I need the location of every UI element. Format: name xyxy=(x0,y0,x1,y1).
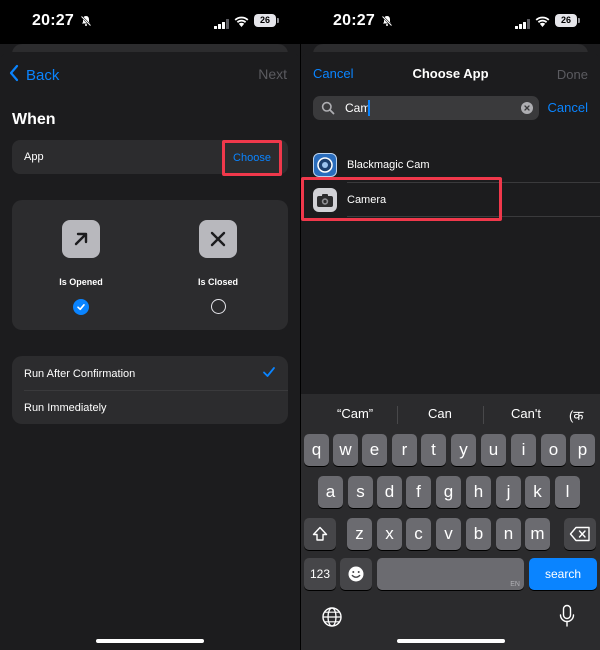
search-key[interactable]: search xyxy=(529,558,597,590)
key-i[interactable]: i xyxy=(511,434,536,466)
trigger-state-card: Is Opened Is Closed xyxy=(12,200,288,330)
delete-key[interactable] xyxy=(564,518,596,550)
page-title: Choose App xyxy=(412,66,489,81)
wifi-icon xyxy=(535,14,550,32)
suggestion-cant[interactable]: Can't xyxy=(511,406,541,421)
key-c[interactable]: c xyxy=(406,518,431,550)
app-label: App xyxy=(24,151,44,163)
key-l[interactable]: l xyxy=(555,476,580,508)
is-closed-radio[interactable] xyxy=(211,299,226,314)
divider xyxy=(483,406,484,424)
text-caret xyxy=(368,100,370,116)
keyboard: “Cam” Can Can't (क q w e r t y u i o p a… xyxy=(301,394,600,650)
space-key[interactable]: EN xyxy=(377,558,524,590)
divider xyxy=(397,406,398,424)
done-button[interactable]: Done xyxy=(557,67,588,82)
key-e[interactable]: e xyxy=(362,434,387,466)
home-indicator xyxy=(396,639,505,643)
key-o[interactable]: o xyxy=(541,434,566,466)
is-opened-label: Is Opened xyxy=(59,277,103,287)
chevron-left-icon xyxy=(8,64,20,86)
key-n[interactable]: n xyxy=(496,518,521,550)
suggestion-hindi-label: क xyxy=(573,408,584,423)
run-immediately-option[interactable]: Run Immediately xyxy=(24,402,107,414)
suggestion-quoted[interactable]: “Cam” xyxy=(337,406,373,421)
camera-highlight-box xyxy=(301,177,502,221)
key-z[interactable]: z xyxy=(347,518,372,550)
key-y[interactable]: y xyxy=(451,434,476,466)
section-title: When xyxy=(12,111,56,128)
checkmark-icon xyxy=(77,304,85,311)
wifi-icon xyxy=(234,14,249,32)
x-mark-icon[interactable] xyxy=(199,220,237,258)
status-bar: 20:27 26 xyxy=(301,0,600,44)
is-closed-label: Is Closed xyxy=(197,277,238,287)
run-after-confirmation-label: Run After Confirmation xyxy=(24,368,136,380)
key-p[interactable]: p xyxy=(570,434,595,466)
suggestion-hindi[interactable]: (क xyxy=(569,406,583,424)
search-input[interactable]: Cam xyxy=(313,96,539,120)
key-j[interactable]: j xyxy=(496,476,521,508)
key-w[interactable]: w xyxy=(333,434,358,466)
run-after-confirmation-option[interactable]: Run After Confirmation xyxy=(24,365,276,382)
key-r[interactable]: r xyxy=(392,434,417,466)
back-button[interactable]: Back xyxy=(8,64,59,86)
bell-slash-icon xyxy=(381,14,393,32)
run-options-card: Run After Confirmation Run Immediately xyxy=(12,356,288,424)
choose-app-panel: 20:27 26 Cancel Choose App Done Cam Canc… xyxy=(301,0,600,650)
microphone-icon[interactable] xyxy=(559,604,575,633)
battery-icon: 26 xyxy=(254,14,279,27)
key-t[interactable]: t xyxy=(421,434,446,466)
cellular-icon xyxy=(515,16,531,34)
key-b[interactable]: b xyxy=(466,518,491,550)
search-value: Cam xyxy=(345,101,371,115)
key-m[interactable]: m xyxy=(525,518,550,550)
key-s[interactable]: s xyxy=(348,476,373,508)
arrow-up-right-icon[interactable] xyxy=(62,220,100,258)
suggestion-can[interactable]: Can xyxy=(428,406,452,421)
key-x[interactable]: x xyxy=(377,518,402,550)
cellular-icon xyxy=(214,16,230,34)
choose-button[interactable]: Choose xyxy=(222,140,282,176)
language-code: EN xyxy=(510,581,520,588)
divider xyxy=(24,390,288,391)
emoji-key[interactable] xyxy=(340,558,372,590)
emoji-icon xyxy=(348,566,364,582)
search-cancel-button[interactable]: Cancel xyxy=(548,100,588,115)
numbers-key[interactable]: 123 xyxy=(304,558,336,590)
back-label: Back xyxy=(26,66,60,84)
magnifier-icon xyxy=(321,101,335,120)
battery-icon: 26 xyxy=(555,14,580,27)
key-g[interactable]: g xyxy=(436,476,461,508)
checkmark-icon xyxy=(262,365,276,382)
status-bar: 20:27 26 xyxy=(0,0,300,44)
clear-icon[interactable] xyxy=(521,102,533,114)
app-item-blackmagic-cam[interactable]: Blackmagic Cam xyxy=(313,150,600,180)
status-time: 20:27 xyxy=(32,12,74,29)
bell-slash-icon xyxy=(80,14,92,32)
key-u[interactable]: u xyxy=(481,434,506,466)
key-a[interactable]: a xyxy=(318,476,343,508)
shift-icon xyxy=(312,526,328,541)
status-time: 20:27 xyxy=(333,12,375,29)
key-q[interactable]: q xyxy=(304,434,329,466)
automation-panel: 20:27 26 Back Next When App Choose Is Op… xyxy=(0,0,300,650)
shift-key[interactable] xyxy=(304,518,336,550)
next-button[interactable]: Next xyxy=(258,66,287,82)
key-f[interactable]: f xyxy=(406,476,431,508)
delete-icon xyxy=(569,526,590,542)
is-opened-radio[interactable] xyxy=(73,299,89,315)
blackmagic-cam-app-icon xyxy=(313,153,337,177)
key-k[interactable]: k xyxy=(525,476,550,508)
home-indicator xyxy=(96,639,204,643)
key-d[interactable]: d xyxy=(377,476,402,508)
key-v[interactable]: v xyxy=(436,518,461,550)
globe-icon[interactable] xyxy=(321,606,343,633)
key-h[interactable]: h xyxy=(466,476,491,508)
app-name: Blackmagic Cam xyxy=(347,159,430,171)
